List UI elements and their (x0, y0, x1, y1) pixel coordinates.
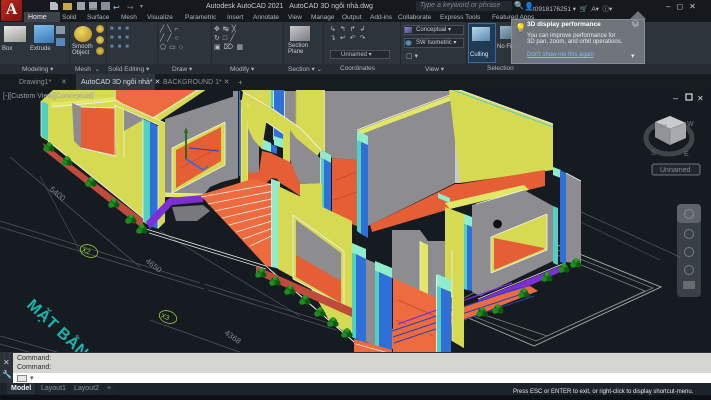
svg-text:X3: X3 (160, 313, 171, 323)
svg-text:E: E (684, 151, 689, 158)
svg-text:5400: 5400 (48, 185, 68, 204)
svg-text:X2: X2 (81, 247, 92, 257)
svg-text:4368: 4368 (223, 328, 243, 346)
svg-text:MẶT BẰNG: MẶT BẰNG (23, 295, 102, 353)
svg-text:[-][Custom View][Conceptual]: [-][Custom View][Conceptual] (3, 93, 94, 100)
svg-text:4650: 4650 (144, 256, 164, 274)
svg-text:TOP: TOP (660, 124, 668, 128)
svg-text:W: W (687, 121, 694, 128)
svg-text:Unnamed: Unnamed (660, 167, 690, 174)
svg-text:✕: ✕ (697, 94, 704, 103)
svg-text:–: – (673, 93, 678, 103)
svg-text:S: S (651, 150, 656, 157)
